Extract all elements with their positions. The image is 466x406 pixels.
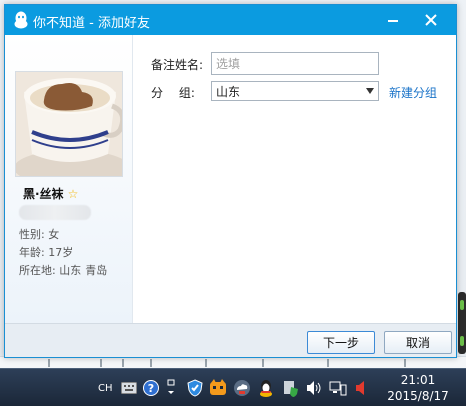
security-shield-icon[interactable]	[186, 378, 204, 398]
gender-text: 性别: 女	[19, 228, 60, 241]
qq-penguin-tray-icon[interactable]	[256, 378, 276, 398]
system-clock[interactable]: 21:01 2015/8/17	[380, 372, 456, 404]
location-text: 所在地: 山东 青岛	[19, 262, 107, 278]
keyboard-icon[interactable]	[120, 378, 138, 398]
minimize-icon	[388, 20, 398, 22]
qq-penguin-icon	[13, 11, 29, 29]
nickname: 黑·丝袜	[23, 187, 64, 201]
input-language-indicator[interactable]: CH	[98, 378, 113, 398]
minimize-button[interactable]	[381, 9, 405, 31]
dialog-footer: 下一步 取消	[5, 323, 456, 357]
cloud-sync-icon[interactable]	[232, 378, 252, 398]
game-cat-icon[interactable]	[208, 378, 228, 398]
show-hidden-icons-icon[interactable]	[164, 378, 178, 398]
dropdown-arrow-icon	[366, 88, 374, 94]
svg-text:?: ?	[148, 382, 154, 395]
age-text: 年龄: 17岁	[19, 246, 74, 259]
title-bar[interactable]: 你不知道 - 添加好友	[5, 5, 456, 35]
group-label: 分 组:	[151, 86, 195, 100]
redacted-account-id	[19, 205, 91, 220]
location-city: 青岛	[85, 264, 108, 277]
group-selected-value: 山东	[216, 84, 241, 99]
location-province: 所在地: 山东	[19, 264, 82, 277]
star-icon: ☆	[67, 186, 79, 201]
clock-time: 21:01	[400, 373, 436, 387]
security-guard-icon[interactable]	[280, 378, 300, 398]
taskbar: CH ? 21:01 2015/8/17	[0, 368, 466, 406]
close-icon	[425, 14, 437, 26]
add-friend-dialog: 你不知道 - 添加好友 黑·丝袜 ☆ 性别: 女 年龄: 17岁 所在地: 山东…	[4, 4, 457, 358]
new-group-link[interactable]: 新建分组	[389, 84, 437, 101]
speaker-muted-icon[interactable]	[352, 378, 370, 398]
avatar[interactable]	[15, 71, 123, 177]
group-select[interactable]: 山东	[211, 81, 379, 101]
close-button[interactable]	[419, 9, 443, 31]
remark-name-input[interactable]	[211, 52, 379, 75]
help-icon[interactable]: ?	[142, 378, 160, 398]
nickname-row: 黑·丝袜 ☆	[23, 185, 78, 202]
clock-date: 2015/8/17	[387, 389, 449, 403]
cancel-button[interactable]: 取消	[384, 331, 452, 354]
side-level-indicator	[458, 292, 466, 354]
network-icon[interactable]	[328, 378, 348, 398]
next-step-button[interactable]: 下一步	[307, 331, 375, 354]
volume-icon[interactable]	[304, 378, 324, 398]
window-title: 你不知道 - 添加好友	[33, 16, 150, 31]
remark-label: 备注姓名:	[151, 58, 204, 72]
profile-panel: 黑·丝袜 ☆ 性别: 女 年龄: 17岁 所在地: 山东 青岛	[5, 35, 133, 323]
